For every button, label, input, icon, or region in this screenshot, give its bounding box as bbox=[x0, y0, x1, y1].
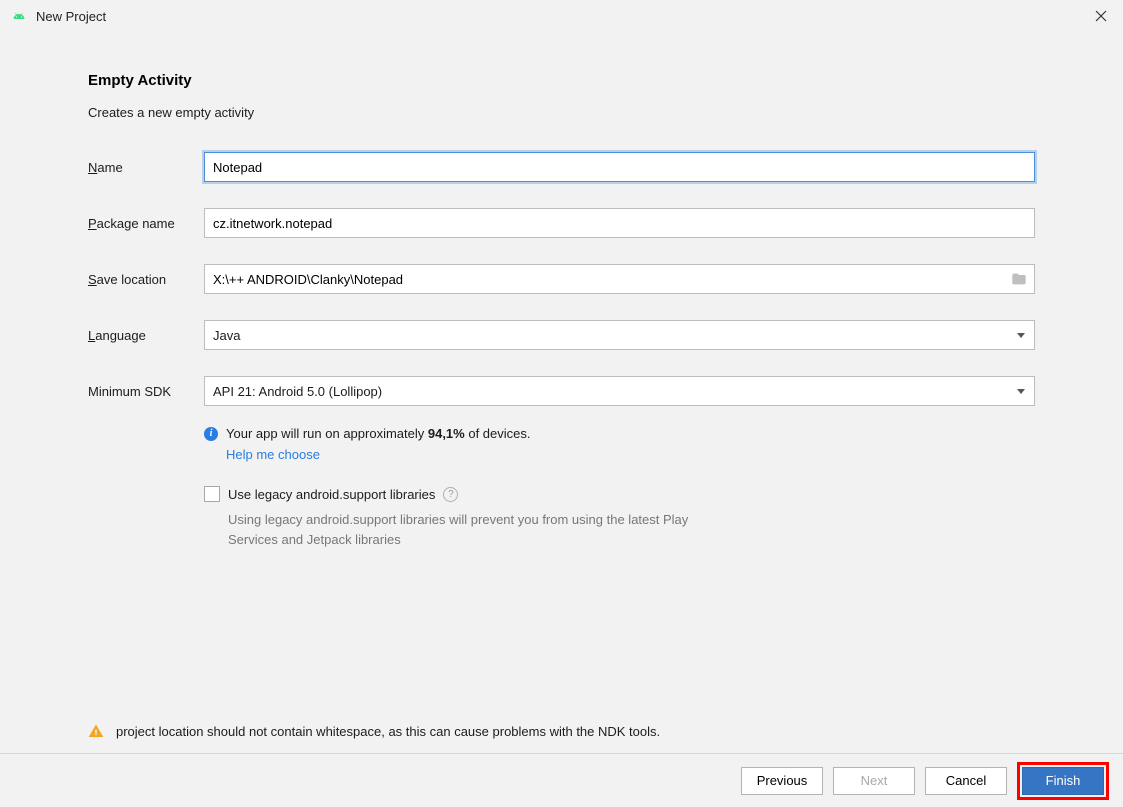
dialog-content: Empty Activity Creates a new empty activ… bbox=[0, 32, 1123, 549]
device-compat-info: i Your app will run on approximately 94,… bbox=[204, 426, 1035, 462]
chevron-down-icon bbox=[1016, 330, 1026, 340]
legacy-description: Using legacy android.support libraries w… bbox=[228, 510, 698, 549]
close-icon[interactable] bbox=[1089, 4, 1113, 28]
row-package: Package name bbox=[88, 208, 1035, 238]
row-language: Language Java bbox=[88, 320, 1035, 350]
browse-folder-icon[interactable] bbox=[1010, 271, 1028, 287]
cancel-button[interactable]: Cancel bbox=[925, 767, 1007, 795]
device-compat-text: Your app will run on approximately 94,1%… bbox=[226, 426, 531, 441]
warning-icon bbox=[88, 723, 104, 739]
android-icon bbox=[10, 7, 28, 25]
legacy-checkbox-label: Use legacy android.support libraries bbox=[228, 487, 435, 502]
language-label: Language bbox=[88, 328, 204, 343]
finish-button[interactable]: Finish bbox=[1022, 767, 1104, 795]
window-title: New Project bbox=[36, 9, 1089, 24]
row-name: Name bbox=[88, 152, 1035, 182]
finish-highlight-box: Finish bbox=[1017, 762, 1109, 800]
row-min-sdk: Minimum SDK API 21: Android 5.0 (Lollipo… bbox=[88, 376, 1035, 406]
language-value: Java bbox=[213, 328, 240, 343]
min-sdk-select[interactable]: API 21: Android 5.0 (Lollipop) bbox=[204, 376, 1035, 406]
name-label: Name bbox=[88, 160, 204, 175]
legacy-checkbox[interactable] bbox=[204, 486, 220, 502]
min-sdk-value: API 21: Android 5.0 (Lollipop) bbox=[213, 384, 382, 399]
dialog-footer: Previous Next Cancel Finish bbox=[0, 753, 1123, 807]
info-icon: i bbox=[204, 427, 218, 441]
warning-row: project location should not contain whit… bbox=[88, 723, 1035, 739]
chevron-down-icon bbox=[1016, 386, 1026, 396]
package-label: Package name bbox=[88, 216, 204, 231]
title-bar: New Project bbox=[0, 0, 1123, 32]
save-location-label: Save location bbox=[88, 272, 204, 287]
previous-button[interactable]: Previous bbox=[741, 767, 823, 795]
package-input[interactable] bbox=[204, 208, 1035, 238]
save-location-wrapper bbox=[204, 264, 1035, 294]
min-sdk-label: Minimum SDK bbox=[88, 384, 204, 399]
help-icon[interactable]: ? bbox=[443, 487, 458, 502]
name-input[interactable] bbox=[204, 152, 1035, 182]
page-heading: Empty Activity bbox=[88, 72, 1035, 89]
legacy-block: Use legacy android.support libraries ? U… bbox=[204, 486, 1035, 549]
next-button: Next bbox=[833, 767, 915, 795]
language-select[interactable]: Java bbox=[204, 320, 1035, 350]
warning-text: project location should not contain whit… bbox=[116, 724, 660, 739]
help-me-choose-link[interactable]: Help me choose bbox=[226, 447, 1035, 462]
save-location-input[interactable] bbox=[205, 265, 1010, 293]
page-subheading: Creates a new empty activity bbox=[88, 105, 1035, 120]
row-save-location: Save location bbox=[88, 264, 1035, 294]
